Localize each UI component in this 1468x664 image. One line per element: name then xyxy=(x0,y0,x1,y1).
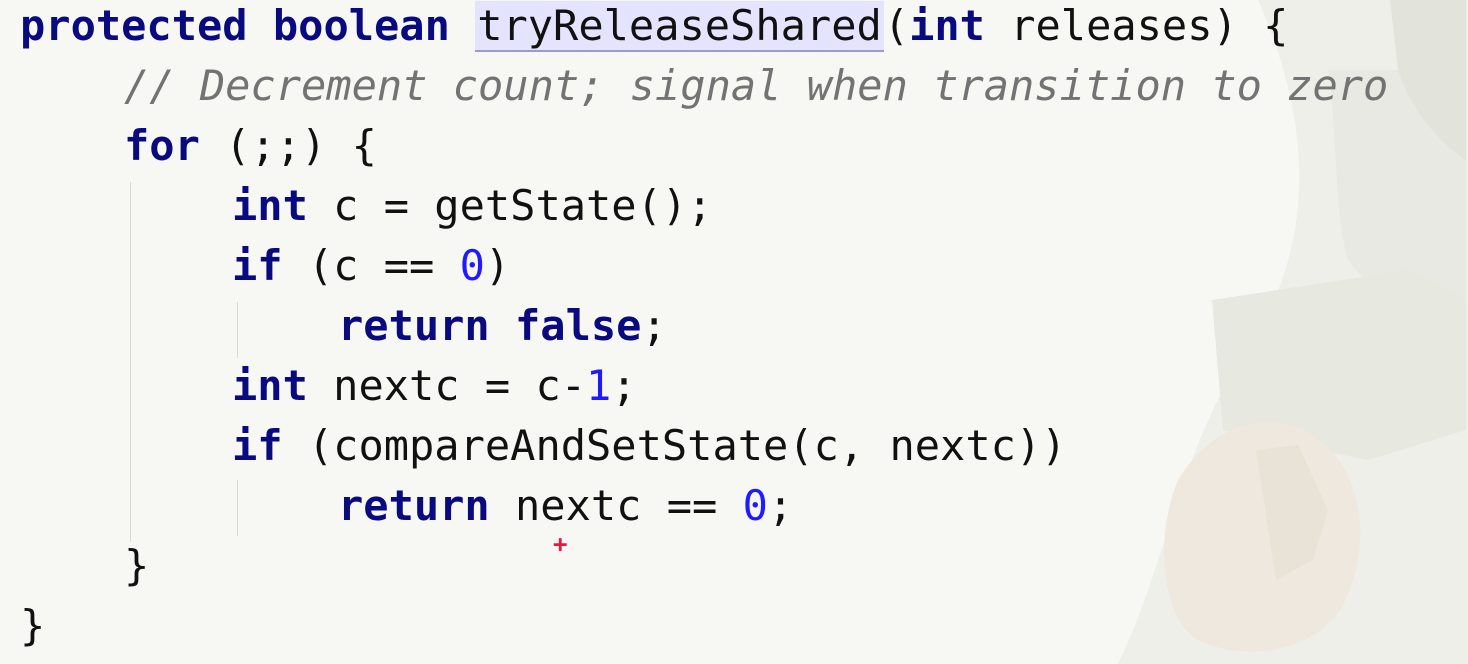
number-literal: 1 xyxy=(586,361,612,410)
return-expression-start: nextc == xyxy=(515,481,743,530)
number-literal: 0 xyxy=(742,481,768,530)
condition: (compareAndSetState(c, nextc)) xyxy=(307,421,1067,470)
keyword-protected: protected xyxy=(20,1,248,50)
indent-guide-if-body-1 xyxy=(237,302,238,358)
keyword-if: if xyxy=(232,421,283,470)
declaration: c = getState(); xyxy=(333,181,713,230)
condition-start: (c == xyxy=(307,241,460,290)
code-line-8[interactable]: if (compareAndSetState(c, nextc)) xyxy=(232,420,1066,480)
code-line-6[interactable]: return false; xyxy=(338,300,667,360)
number-literal: 0 xyxy=(459,241,485,290)
code-line-4[interactable]: int c = getState(); xyxy=(232,180,712,240)
mouse-cursor-icon: + xyxy=(553,530,568,558)
code-line-2-comment[interactable]: // Decrement count; signal when transiti… xyxy=(124,60,1388,120)
line-tail: ) { xyxy=(1212,1,1289,50)
keyword-false: false xyxy=(515,301,642,350)
method-name-highlight[interactable]: tryReleaseShared xyxy=(475,1,884,52)
indent-guide-if-body-2 xyxy=(237,480,238,536)
keyword-return: return xyxy=(338,301,490,350)
assignment-end: ; xyxy=(611,361,637,410)
open-paren: ( xyxy=(883,1,910,50)
for-clause: (;;) { xyxy=(225,121,377,170)
condition-end: ) xyxy=(484,241,511,290)
keyword-int: int xyxy=(232,181,308,230)
code-line-10-close-brace[interactable]: } xyxy=(124,540,149,600)
code-line-1[interactable]: protected boolean tryReleaseShared(int r… xyxy=(20,0,1288,60)
code-line-7[interactable]: int nextc = c-1; xyxy=(232,360,637,420)
return-expression-end: ; xyxy=(767,481,794,530)
code-line-3[interactable]: for (;;) { xyxy=(124,120,377,180)
code-editor[interactable]: protected boolean tryReleaseShared(int r… xyxy=(0,0,1468,664)
keyword-for: for xyxy=(124,121,200,170)
indent-guide-for-body xyxy=(130,182,131,542)
code-line-5[interactable]: if (c == 0) xyxy=(232,240,510,300)
keyword-if: if xyxy=(232,241,283,290)
keyword-int: int xyxy=(909,1,985,50)
assignment-start: nextc = c- xyxy=(333,361,587,410)
code-line-11-close-brace[interactable]: } xyxy=(20,600,45,660)
param-name: releases xyxy=(1010,1,1213,50)
keyword-int: int xyxy=(232,361,308,410)
keyword-return: return xyxy=(338,481,490,530)
keyword-boolean: boolean xyxy=(272,1,450,50)
semicolon: ; xyxy=(641,301,667,350)
